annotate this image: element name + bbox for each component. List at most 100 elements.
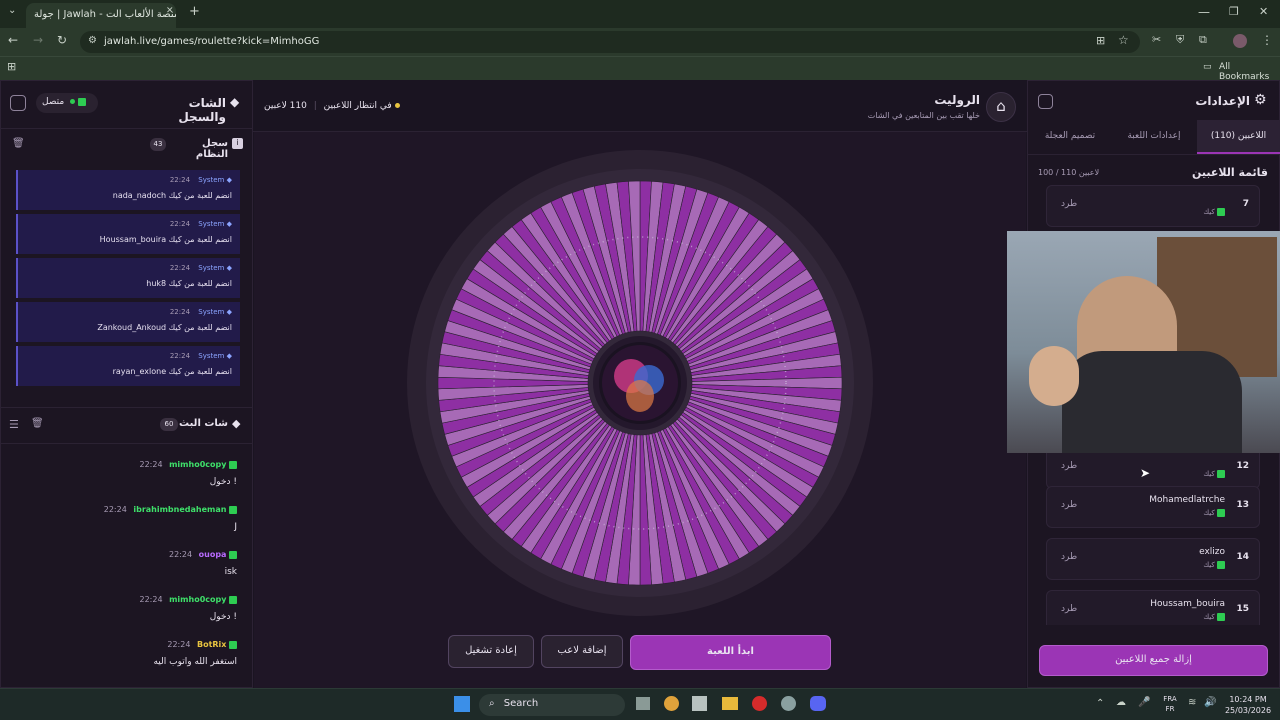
connection-text: متصل (42, 97, 65, 107)
wifi-icon[interactable]: ≋ (1188, 697, 1196, 708)
chat-time: 22:24 (139, 595, 163, 604)
search-label: Search (503, 698, 539, 709)
kick-player-button[interactable]: طرد (1061, 604, 1077, 614)
player-source: كيك (1203, 613, 1225, 621)
divider (0, 407, 253, 408)
remove-all-players-button[interactable]: إزالة جميع اللاعبين (1039, 645, 1268, 676)
shield-icon[interactable]: ⛨ (1176, 33, 1184, 47)
system-log-item: 22:24 System ◆ rayan_exlone انضم للعبة م… (16, 346, 240, 386)
chat-bubble-icon: ◆ (230, 95, 240, 109)
chat-user[interactable]: mimho0copy (169, 460, 226, 469)
kick-player-button[interactable]: طرد (1061, 199, 1077, 209)
tab-search-icon[interactable]: ⌄ (8, 5, 16, 16)
player-source-label: كيك (1203, 509, 1215, 517)
player-row: طرد exlizo كيك 14 (1046, 538, 1260, 580)
child-image (1029, 346, 1079, 406)
steam-icon[interactable] (781, 696, 796, 711)
collapse-panel-icon[interactable] (10, 95, 26, 111)
windows-start-icon[interactable] (454, 696, 470, 712)
url-field[interactable]: ⚙ jawlah.live/games/roulette?kick=MimhoG… (80, 31, 1140, 53)
new-tab-icon[interactable]: + (189, 4, 200, 19)
close-icon[interactable]: ✕ (1259, 5, 1268, 18)
browser-tab[interactable]: جولة | Jawlah - منصة الألعاب الت... (26, 3, 176, 28)
volume-icon[interactable]: 🔊 (1204, 697, 1216, 708)
opera-icon[interactable] (752, 696, 767, 711)
player-name: exlizo (1199, 547, 1225, 557)
maximize-icon[interactable]: ❐ (1229, 5, 1239, 18)
chrome-icon[interactable] (664, 696, 679, 711)
page-subtitle: خلها تقب بين المتابعين في الشات (867, 111, 980, 120)
kick-icon (229, 460, 237, 469)
extension-icon[interactable]: ✂ (1152, 33, 1161, 46)
system-log-list: 22:24 System ◆ nada_nadoch انضم للعبة من… (0, 166, 253, 406)
star-icon[interactable]: ☆ (1118, 33, 1129, 47)
webcam-overlay (1007, 231, 1280, 453)
profile-icon[interactable] (1233, 34, 1247, 48)
cloud-icon[interactable]: ☁ (1116, 697, 1126, 708)
clock[interactable]: 10:24 PM 25/03/2026 (1222, 694, 1274, 716)
chat-text: دخول ! (209, 477, 237, 487)
trash-icon[interactable]: 🗑 (12, 138, 25, 149)
tab-players[interactable]: اللاعبين (110) (1197, 120, 1280, 154)
kick-icon (1217, 613, 1225, 621)
apps-icon[interactable]: ⊞ (7, 60, 16, 73)
taskbar-search[interactable]: ⌕ Search (479, 694, 625, 716)
system-log-text: Zankoud_Ankoud انضم للعبة من كيك (97, 323, 232, 332)
site-info-icon[interactable]: ⚙ (88, 35, 97, 46)
chat-time: 22:24 (103, 505, 127, 514)
task-view-icon[interactable] (636, 697, 650, 710)
chat-user[interactable]: ibrahimbnedaheman (133, 505, 226, 514)
divider (1027, 154, 1280, 155)
translate-icon[interactable]: ⊞ (1096, 34, 1105, 47)
game-status: في انتظار اللاعبين | 110 لاعبين (264, 101, 400, 111)
player-source: كيك (1203, 208, 1225, 216)
tab-title: جولة | Jawlah - منصة الألعاب الت... (34, 9, 176, 20)
system-log-time: 22:24 (169, 220, 191, 228)
restart-button[interactable]: إعادة تشغيل (448, 635, 534, 668)
system-log-user: System (198, 220, 225, 228)
start-game-button[interactable]: ابدأ اللعبة (630, 635, 831, 670)
system-log-item: 22:24 System ◆ huk8 انضم للعبة من كيك (16, 258, 240, 298)
all-bookmarks[interactable]: All Bookmarks (1219, 62, 1280, 82)
taskbar: ⌕ Search ⌃ ☁ 🎤 FRA FR ≋ 🔊 10:24 PM 25/03… (0, 688, 1280, 720)
snip-icon[interactable] (692, 696, 707, 711)
collapse-panel-icon[interactable] (1038, 94, 1053, 109)
kick-player-button[interactable]: طرد (1061, 500, 1077, 510)
kick-icon (229, 595, 237, 604)
kick-player-button[interactable]: طرد (1061, 461, 1077, 471)
chat-message: 22:24 BotRix استغفر الله واتوب اليه (0, 640, 253, 680)
kick-player-button[interactable]: طرد (1061, 552, 1077, 562)
chat-user[interactable]: BotRix (197, 640, 226, 649)
system-log-text: rayan_exlone انضم للعبة من كيك (112, 367, 232, 376)
system-log-item: 22:24 System ◆ nada_nadoch انضم للعبة من… (16, 170, 240, 210)
chat-time: 22:24 (139, 460, 163, 469)
trash-icon[interactable]: 🗑 (31, 418, 44, 429)
player-rank: 14 (1236, 552, 1249, 562)
tab-close-icon[interactable]: ✕ (166, 6, 174, 16)
more-icon[interactable]: ⋮ (1261, 33, 1273, 47)
browser-tab-bar: ⌄ جولة | Jawlah - منصة الألعاب الت... ✕ … (0, 0, 1280, 28)
minimize-icon[interactable]: — (1198, 5, 1210, 19)
roulette-wheel[interactable] (405, 148, 875, 618)
add-player-button[interactable]: إضافة لاعب (541, 635, 623, 668)
home-icon[interactable]: ⌂ (986, 92, 1016, 122)
chevron-up-icon[interactable]: ⌃ (1096, 698, 1104, 709)
chat-user[interactable]: mimho0copy (169, 595, 226, 604)
back-icon[interactable]: ← (8, 33, 18, 47)
tab-wheel-design[interactable]: تصميم العجلة (1028, 120, 1112, 154)
reload-icon[interactable]: ↻ (57, 33, 67, 47)
puzzle-icon[interactable]: ⧉ (1199, 33, 1207, 47)
player-rank: 13 (1236, 500, 1249, 510)
system-log-text: nada_nadoch انضم للعبة من كيك (112, 191, 232, 200)
discord-icon[interactable] (810, 696, 826, 711)
settings-title: الإعدادات (1195, 94, 1250, 108)
language-indicator[interactable]: FRA FR (1158, 694, 1182, 714)
forward-icon[interactable]: → (33, 33, 43, 47)
shield-icon: ◆ (226, 264, 232, 272)
chat-user[interactable]: ouopa (199, 550, 227, 559)
file-explorer-icon[interactable] (722, 697, 738, 710)
mic-icon[interactable]: 🎤 (1138, 697, 1150, 708)
align-icon[interactable]: ☰ (9, 418, 19, 431)
tab-game-settings[interactable]: إعدادات اللعبة (1112, 120, 1196, 154)
chat-bubble-icon: ◆ (232, 417, 241, 430)
